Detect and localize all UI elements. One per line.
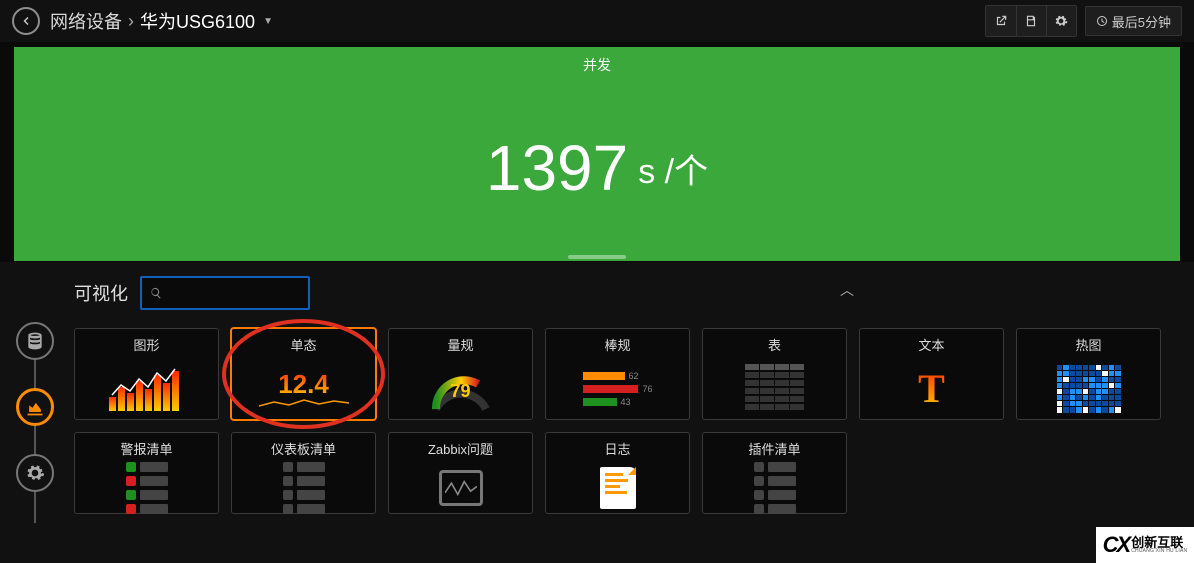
dashboard-list-icon — [283, 462, 325, 514]
logs-icon — [600, 467, 636, 509]
singlestat-sample-value: 12.4 — [278, 369, 329, 400]
alert-list-icon — [126, 462, 168, 514]
editor-drawer: 可视化 ︿ 图形 — [0, 262, 1194, 563]
viz-card-row-2: 警报清单 仪表板清单 Zabbix问题 — [74, 432, 1174, 514]
viz-section-label: 可视化 — [74, 280, 128, 306]
text-icon: T — [918, 365, 945, 412]
viz-card-alertlist[interactable]: 警报清单 — [74, 432, 219, 514]
share-icon — [994, 14, 1008, 28]
database-icon — [25, 331, 45, 351]
viz-search-input[interactable] — [168, 285, 300, 301]
tab-visualization[interactable] — [16, 388, 54, 426]
clock-icon — [1096, 15, 1108, 27]
breadcrumb-separator: › — [128, 11, 134, 32]
panel-value: 1397 — [486, 131, 628, 205]
zabbix-icon — [439, 470, 483, 506]
save-icon — [1024, 14, 1038, 28]
share-button[interactable] — [986, 6, 1016, 36]
panel-unit: s /个 — [638, 144, 708, 193]
chevron-down-icon[interactable]: ▼ — [263, 16, 273, 27]
heatmap-icon — [1057, 365, 1121, 413]
panel-title: 并发 — [583, 55, 611, 75]
save-button[interactable] — [1016, 6, 1046, 36]
viz-card-table[interactable]: 表 — [702, 328, 847, 420]
viz-card-pluginlist[interactable]: 插件清单 — [702, 432, 847, 514]
card-title: 文本 — [918, 335, 944, 354]
sparkline-icon — [259, 398, 349, 408]
viz-card-heatmap[interactable]: 热图 — [1016, 328, 1161, 420]
card-title: 插件清单 — [748, 439, 800, 458]
search-icon — [150, 286, 162, 300]
time-range-button[interactable]: 最后5分钟 — [1085, 6, 1182, 36]
card-title: 热图 — [1075, 335, 1101, 354]
arrow-left-icon — [20, 15, 32, 27]
card-title: 棒规 — [604, 335, 630, 354]
gauge-sample-value: 79 — [450, 381, 470, 402]
viz-card-graph[interactable]: 图形 — [74, 328, 219, 420]
card-title: 图形 — [133, 335, 159, 354]
card-title: 日志 — [604, 439, 630, 458]
singlestat-panel[interactable]: 并发 1397 s /个 — [14, 47, 1180, 261]
gear-icon — [25, 463, 45, 483]
tab-general[interactable] — [16, 454, 54, 492]
card-title: Zabbix问题 — [428, 439, 493, 458]
breadcrumb-current[interactable]: 华为USG6100 — [140, 8, 255, 34]
back-button[interactable] — [12, 7, 40, 35]
viz-search-box[interactable] — [140, 276, 310, 310]
watermark-logo: CX 创新互联 CHUANG XIN HU LIAN — [1096, 527, 1194, 563]
table-icon — [745, 364, 805, 414]
editor-tab-rail — [0, 262, 70, 563]
panel-value-row: 1397 s /个 — [486, 75, 708, 261]
card-title: 单态 — [290, 335, 316, 354]
viz-card-text[interactable]: 文本 T — [859, 328, 1004, 420]
plugin-list-icon — [754, 462, 796, 514]
chevron-up-icon[interactable]: ︿ — [840, 280, 854, 300]
viz-card-gauge[interactable]: 量规 79 — [388, 328, 533, 420]
card-title: 仪表板清单 — [271, 439, 336, 458]
settings-button[interactable] — [1046, 6, 1076, 36]
toolbar-group — [985, 5, 1077, 37]
card-title: 量规 — [447, 335, 473, 354]
viz-card-singlestat[interactable]: 单态 12.4 — [231, 328, 376, 420]
card-title: 表 — [768, 335, 781, 354]
gear-icon — [1054, 14, 1068, 28]
tab-queries[interactable] — [16, 322, 54, 360]
time-range-label: 最后5分钟 — [1112, 12, 1171, 31]
card-title: 警报清单 — [120, 439, 172, 458]
graph-icon — [107, 367, 187, 411]
breadcrumb: 网络设备 › 华为USG6100 ▼ — [50, 8, 273, 34]
header-bar: 网络设备 › 华为USG6100 ▼ 最后5分钟 — [0, 0, 1194, 42]
viz-card-zabbix[interactable]: Zabbix问题 — [388, 432, 533, 514]
watermark-mark: CX — [1103, 532, 1130, 558]
viz-picker: 可视化 ︿ 图形 — [70, 262, 1194, 563]
viz-card-logs[interactable]: 日志 — [545, 432, 690, 514]
chart-icon — [25, 397, 45, 417]
resize-handle[interactable] — [568, 255, 626, 259]
watermark-en: CHUANG XIN HU LIAN — [1131, 549, 1187, 554]
viz-card-row-1: 图形 单态 12.4 — [74, 328, 1174, 420]
bargauge-icon: 62 76 43 — [583, 368, 653, 410]
viz-card-dashlist[interactable]: 仪表板清单 — [231, 432, 376, 514]
viz-card-bargauge[interactable]: 棒规 62 76 43 — [545, 328, 690, 420]
breadcrumb-root[interactable]: 网络设备 — [50, 8, 122, 34]
